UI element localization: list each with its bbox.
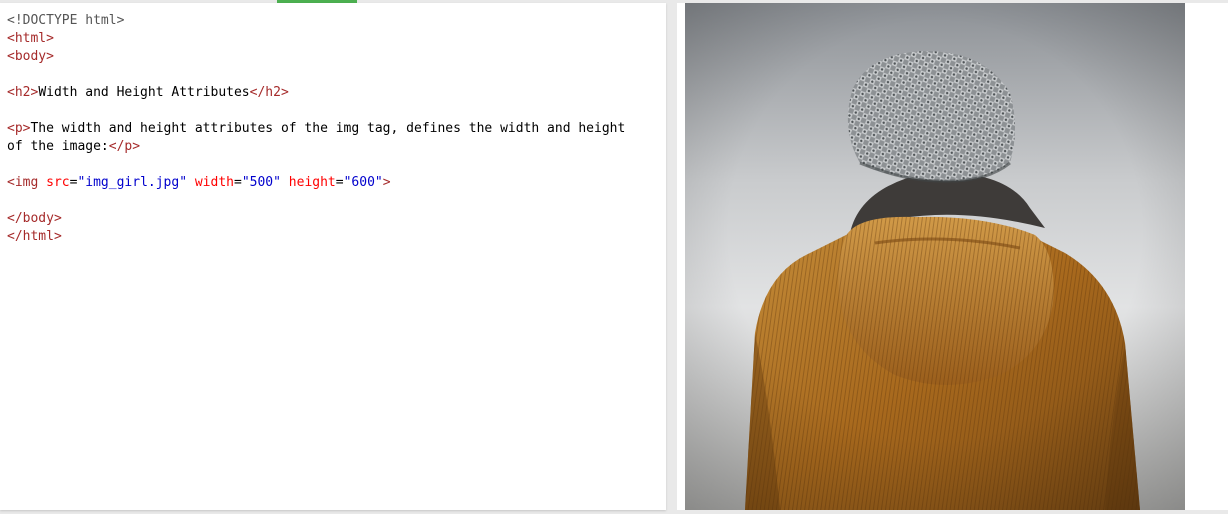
code-h2-open: <h2> (7, 85, 39, 100)
code-text[interactable]: <!DOCTYPE html> <html> <body> <h2>Width … (0, 3, 666, 246)
code-attr-src: src (46, 175, 70, 190)
code-p-text-line1: The width and height attributes of the i… (30, 121, 626, 136)
code-val-width: "500" (241, 175, 281, 190)
code-p-close: </p> (108, 139, 141, 154)
result-panel (677, 3, 1228, 510)
code-body-close: </body> (7, 211, 62, 226)
code-img-open: <img (7, 175, 39, 190)
code-p-open: <p> (7, 121, 31, 136)
result-photo (685, 3, 1185, 510)
code-p-text-line2: of the image: (7, 139, 109, 154)
code-doctype: <!DOCTYPE html> (7, 13, 125, 28)
code-h2-text: Width and Height Attributes (38, 85, 250, 100)
code-editor-panel[interactable]: <!DOCTYPE html> <html> <body> <h2>Width … (0, 3, 666, 510)
code-val-src: "img_girl.jpg" (77, 175, 188, 190)
code-h2-close: </h2> (249, 85, 289, 100)
code-html-close: </html> (7, 229, 62, 244)
code-attr-width: width (194, 175, 234, 190)
code-body-open: <body> (7, 49, 54, 64)
code-attr-height: height (288, 175, 336, 190)
code-val-height: "600" (343, 175, 383, 190)
code-html-open: <html> (7, 31, 54, 46)
